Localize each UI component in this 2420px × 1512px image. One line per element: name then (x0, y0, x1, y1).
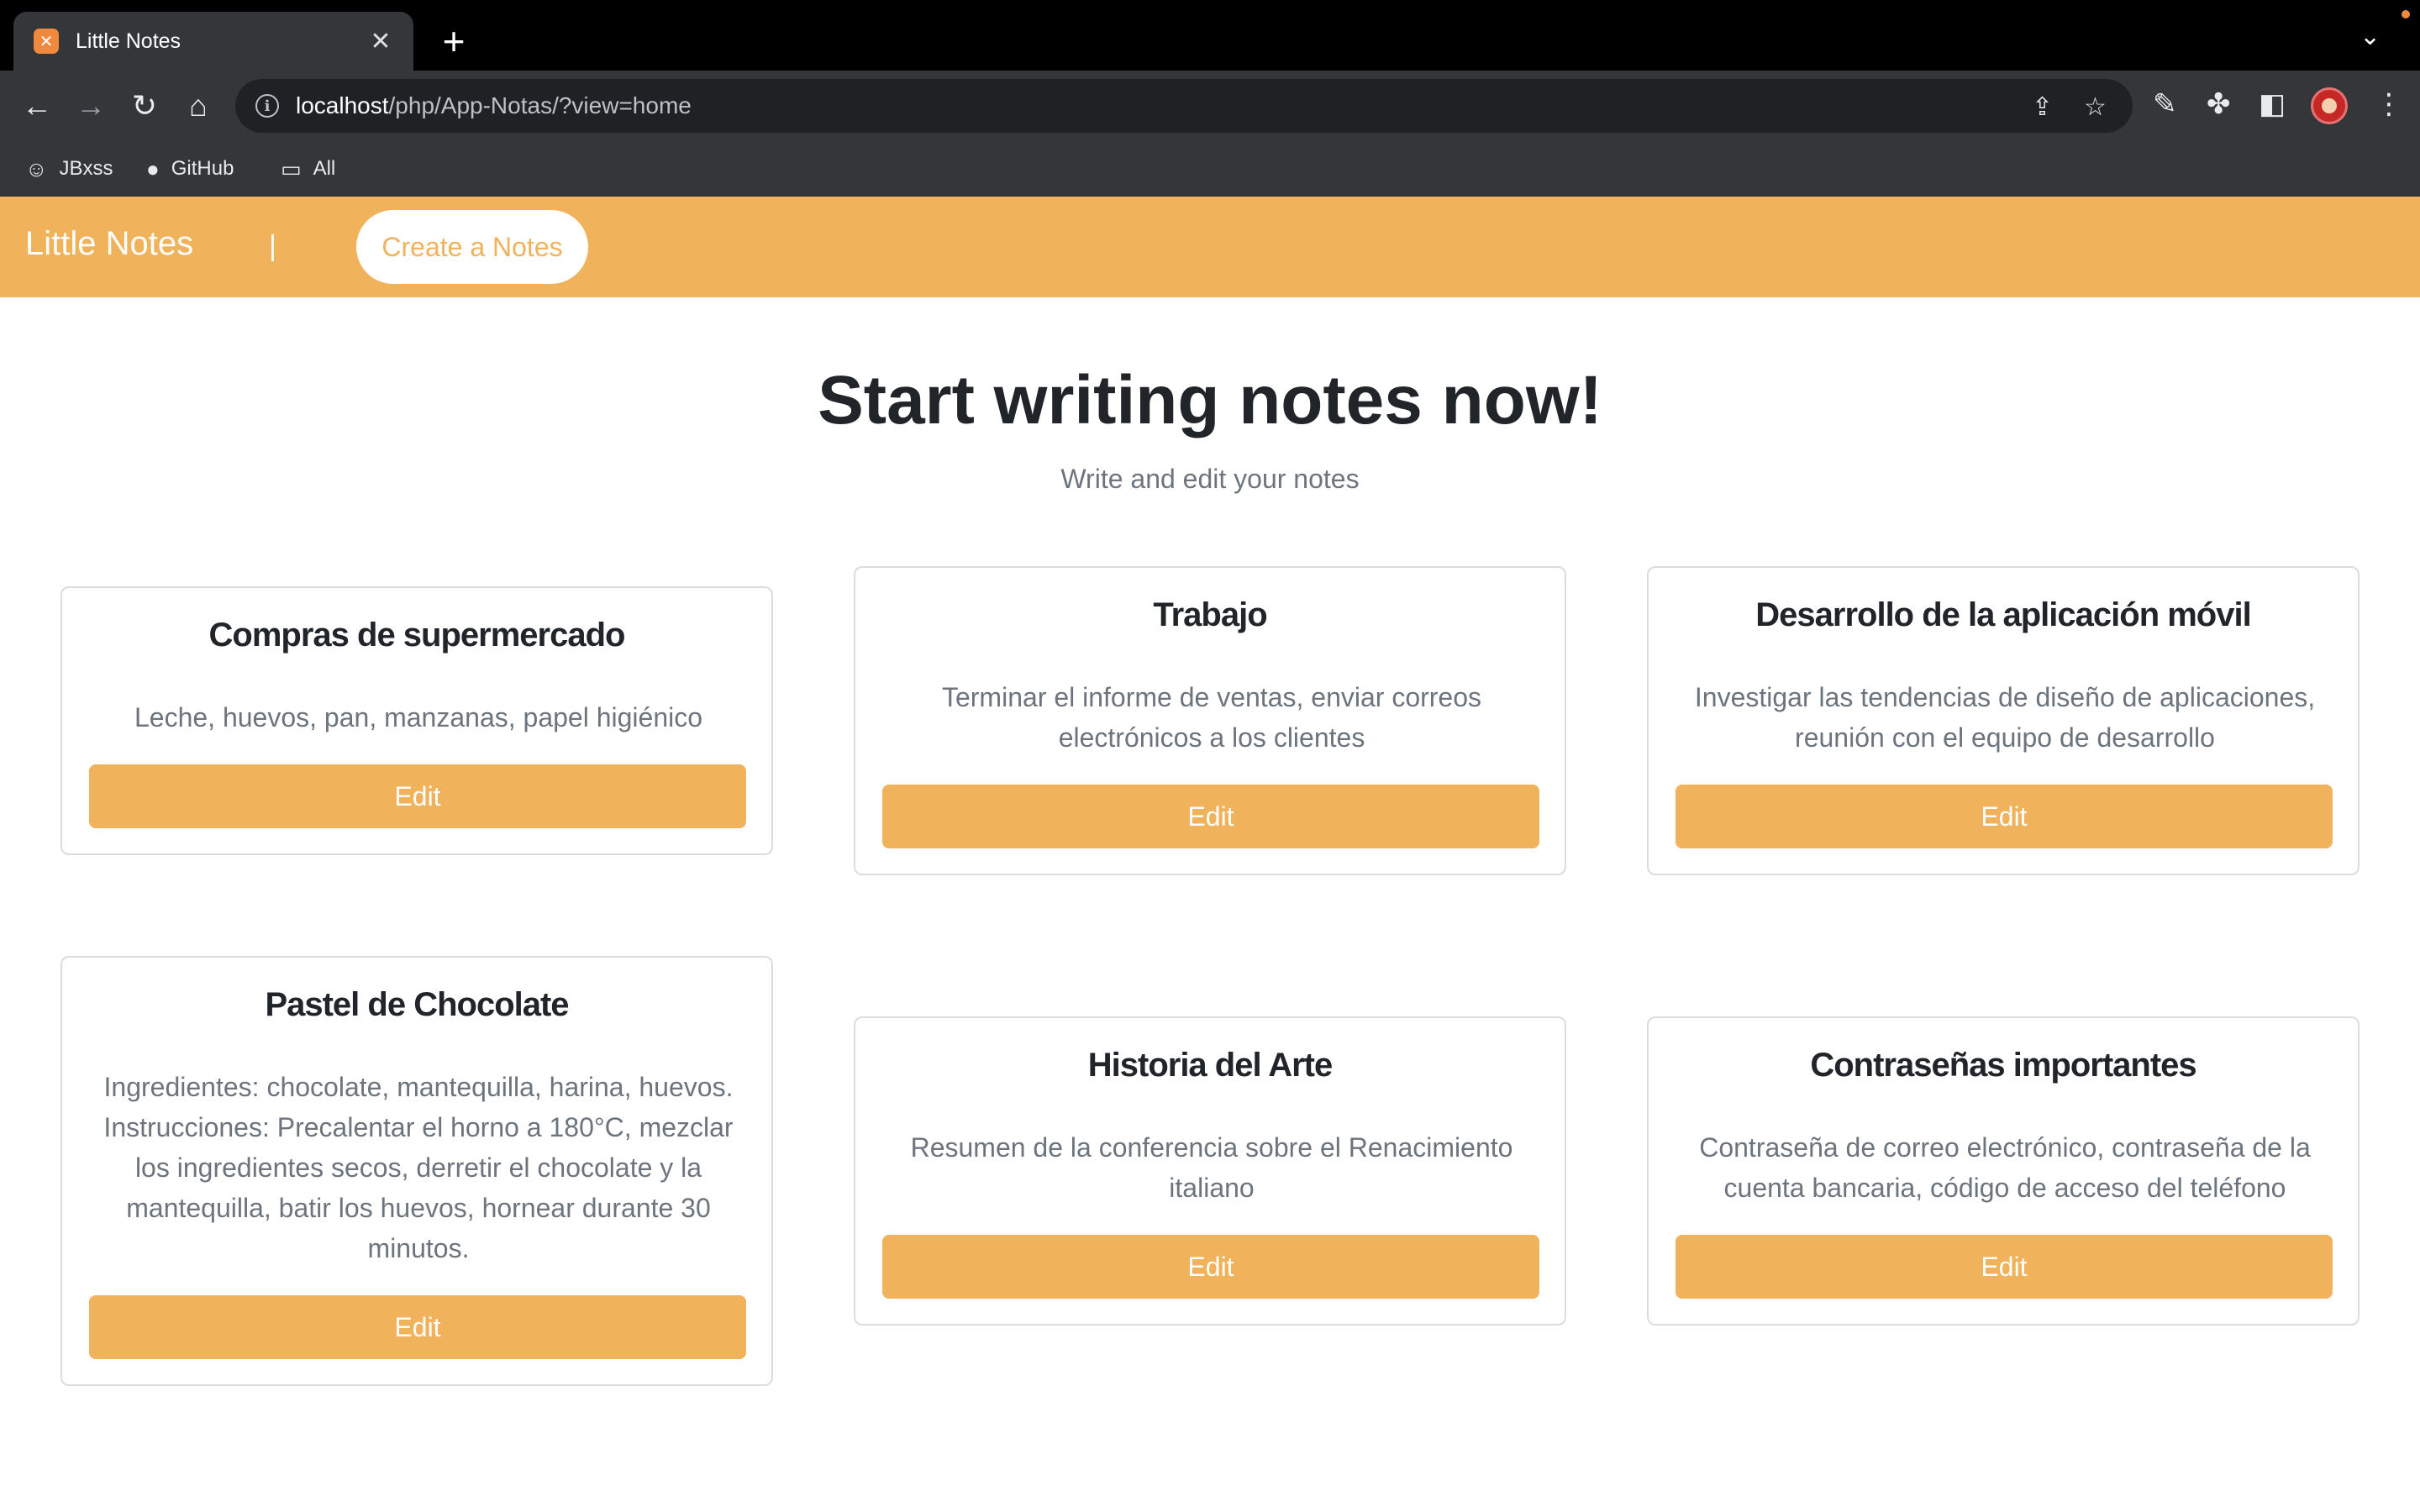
brand-link[interactable]: Little Notes (25, 225, 193, 263)
reload-icon[interactable]: ↻ (126, 87, 163, 124)
note-title: Compras de supermercado (208, 617, 626, 654)
edit-button[interactable]: Edit (89, 764, 746, 828)
browser-tab[interactable]: ✕ Little Notes ✕ (13, 12, 413, 71)
edit-button[interactable]: Edit (1676, 785, 2333, 848)
bookmark-label: JBxss (59, 157, 113, 180)
create-note-button[interactable]: Create a Notes (356, 210, 588, 284)
app-navbar: Little Notes | Create a Notes (0, 197, 2420, 297)
user-avatar-icon: ☺ (25, 155, 48, 181)
back-icon[interactable]: ← (18, 87, 55, 124)
info-icon[interactable]: i (255, 94, 279, 118)
edit-button[interactable]: Edit (882, 785, 1539, 848)
side-panel-icon[interactable]: ◧ (2259, 87, 2286, 121)
bookmark-label: GitHub (171, 157, 234, 180)
page-title: Start writing notes now! (818, 362, 1602, 438)
page-subtitle: Write and edit your notes (1060, 464, 1360, 494)
bookmarks-bar: ☺ JBxss ● GitHub ▭ All (0, 141, 2420, 197)
note-text: Contraseña de correo electrónico, contra… (1699, 1132, 2311, 1203)
forward-icon[interactable]: → (72, 87, 109, 124)
note-title: Contraseñas importantes (1810, 1047, 2196, 1084)
chevron-down-icon[interactable]: ⌄ (2360, 22, 2381, 51)
edit-button[interactable]: Edit (882, 1235, 1539, 1299)
note-card: Contraseñas importantes Contraseña de co… (1647, 1016, 2360, 1326)
bookmark-github[interactable]: ● GitHub (146, 141, 234, 197)
github-icon: ● (146, 155, 160, 181)
note-text: Investigar las tendencias de diseño de a… (1694, 682, 2316, 753)
nav-separator: | (269, 230, 276, 262)
note-title: Pastel de Chocolate (265, 986, 569, 1023)
close-tab-icon[interactable]: ✕ (368, 27, 393, 56)
bookmark-jbxss[interactable]: ☺ JBxss (25, 141, 113, 197)
address-bar[interactable]: i localhost /php/App-Notas/?view=home ⇪ … (235, 79, 2133, 133)
browser-tab-bar: ✕ Little Notes ✕ + ⌄ (0, 0, 2420, 71)
url-host: localhost (296, 92, 389, 118)
folder-icon: ▭ (281, 155, 302, 181)
menu-kebab-icon[interactable]: ⋮ (2375, 87, 2403, 121)
note-title: Trabajo (1153, 596, 1267, 633)
tab-title: Little Notes (76, 29, 182, 53)
note-title: Historia del Arte (1087, 1047, 1333, 1084)
home-icon[interactable]: ⌂ (180, 87, 217, 124)
note-card: Desarrollo de la aplicación móvil Invest… (1647, 566, 2360, 875)
new-tab-icon[interactable]: + (437, 17, 471, 66)
edit-button[interactable]: Edit (1676, 1235, 2333, 1299)
bookmark-label: All (313, 157, 336, 180)
share-icon[interactable]: ⇪ (2032, 92, 2053, 122)
bookmark-all[interactable]: ▭ All (281, 141, 335, 197)
url-path: /php/App-Notas/?view=home (388, 92, 692, 118)
note-card: Trabajo Terminar el informe de ventas, e… (854, 566, 1566, 875)
note-text: Leche, huevos, pan, manzanas, papel higi… (134, 702, 703, 732)
extensions-puzzle-icon[interactable]: ✤ (2207, 87, 2231, 121)
note-card: Historia del Arte Resumen de la conferen… (854, 1016, 1566, 1326)
note-card: Pastel de Chocolate Ingredientes: chocol… (60, 956, 773, 1386)
xampp-icon: ✕ (34, 29, 59, 54)
note-text: Ingredientes: chocolate, mantequilla, ha… (103, 1072, 734, 1263)
eyedropper-extension-icon[interactable]: ✎ (2153, 87, 2177, 121)
notification-dot (2402, 10, 2410, 18)
note-card: Compras de supermercado Leche, huevos, p… (60, 586, 773, 855)
edit-button[interactable]: Edit (89, 1295, 746, 1359)
avatar[interactable] (2311, 87, 2348, 124)
note-text: Resumen de la conferencia sobre el Renac… (910, 1132, 1513, 1203)
note-text: Terminar el informe de ventas, enviar co… (941, 682, 1482, 753)
star-icon[interactable]: ☆ (2084, 92, 2107, 122)
note-title: Desarrollo de la aplicación móvil (1755, 596, 2251, 633)
